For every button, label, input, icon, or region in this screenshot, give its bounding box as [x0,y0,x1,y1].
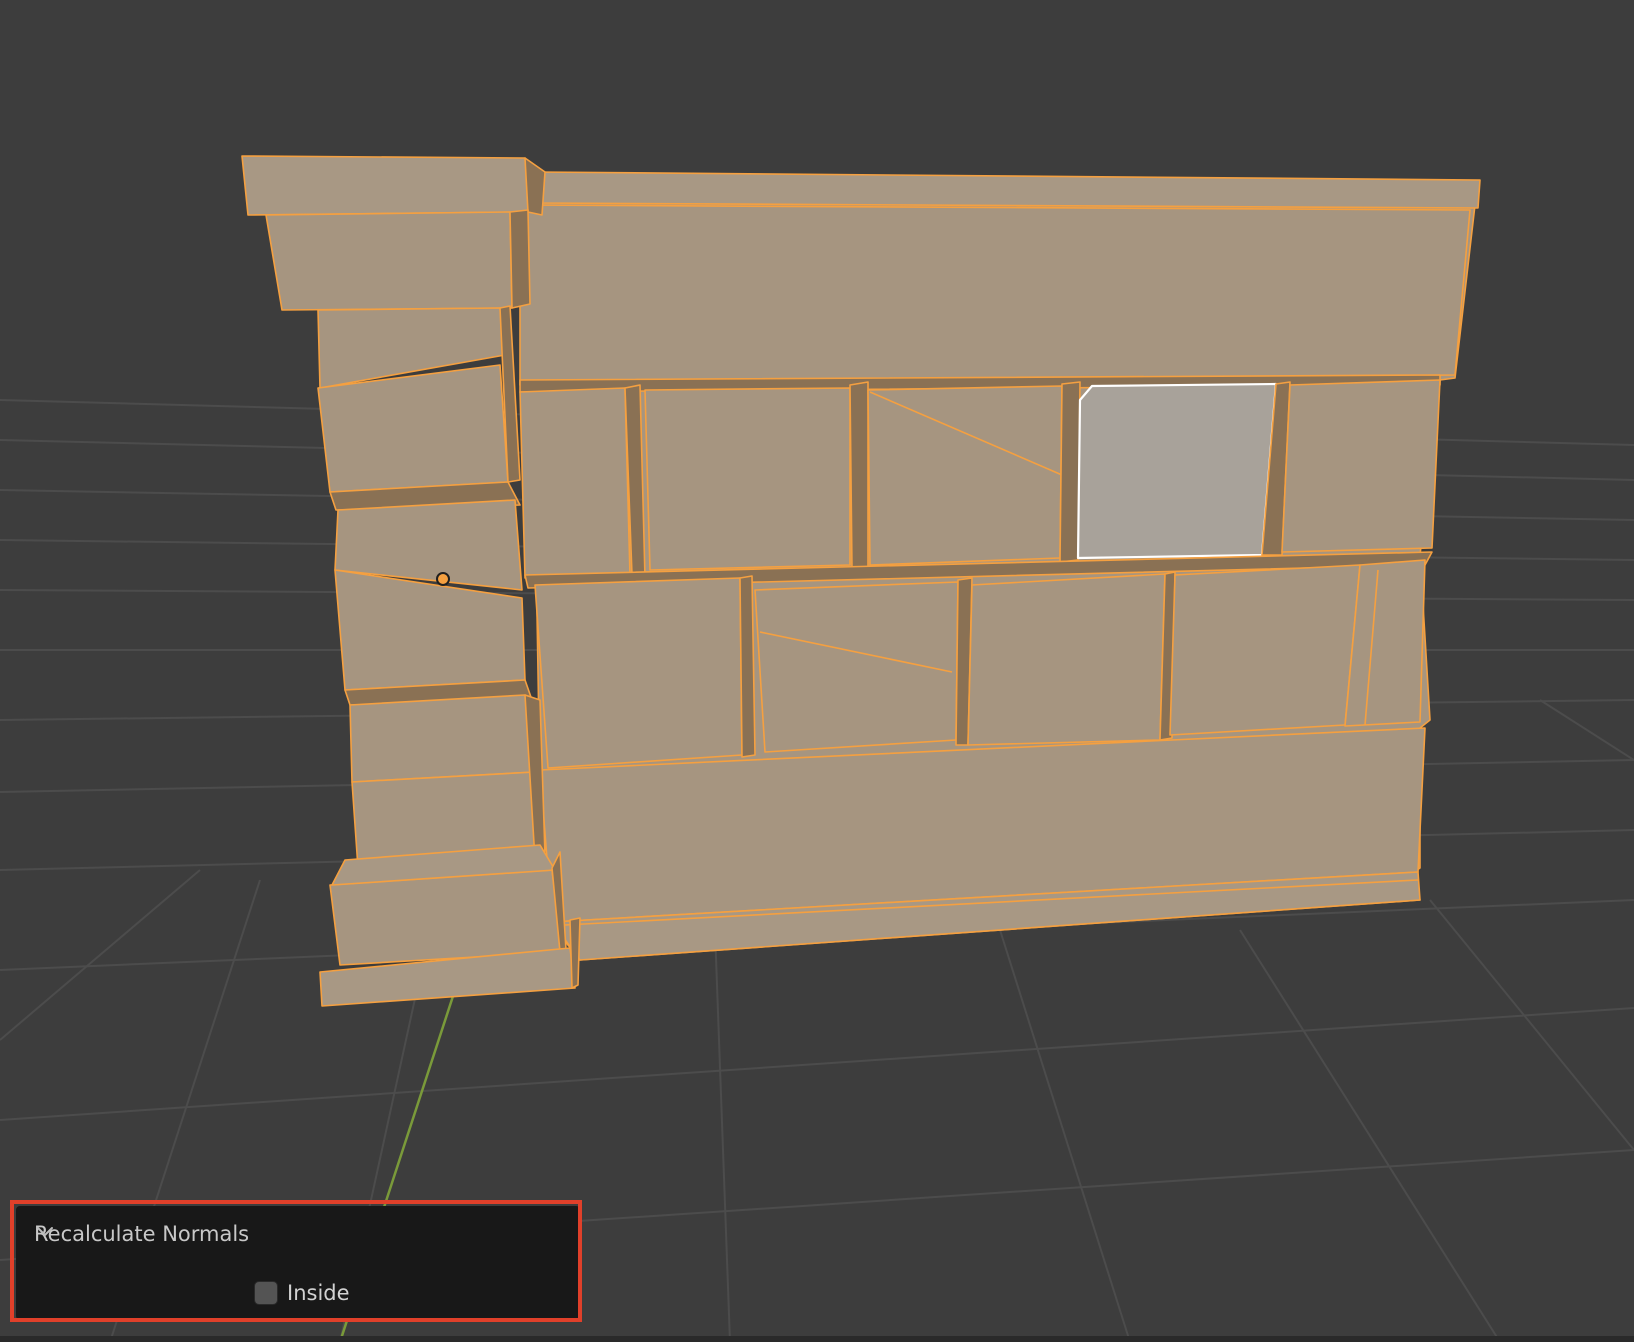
active-face[interactable] [1076,382,1278,560]
3d-viewport[interactable]: Recalculate Normals Inside [0,0,1634,1342]
chevron-down-icon[interactable] [34,1220,56,1242]
panel-header-toggle[interactable]: Recalculate Normals [34,1220,249,1248]
viewport-canvas[interactable] [0,0,1634,1342]
viewport-bottom-edge [0,1336,1634,1342]
wall-mesh[interactable] [241,155,1481,1007]
inside-label: Inside [287,1281,350,1305]
recalculate-normals-panel: Recalculate Normals Inside [16,1206,580,1320]
panel-title: Recalculate Normals [34,1222,250,1246]
inside-option[interactable]: Inside [254,1278,350,1308]
inside-checkbox[interactable] [254,1281,278,1305]
object-origin-dot[interactable] [436,572,450,586]
